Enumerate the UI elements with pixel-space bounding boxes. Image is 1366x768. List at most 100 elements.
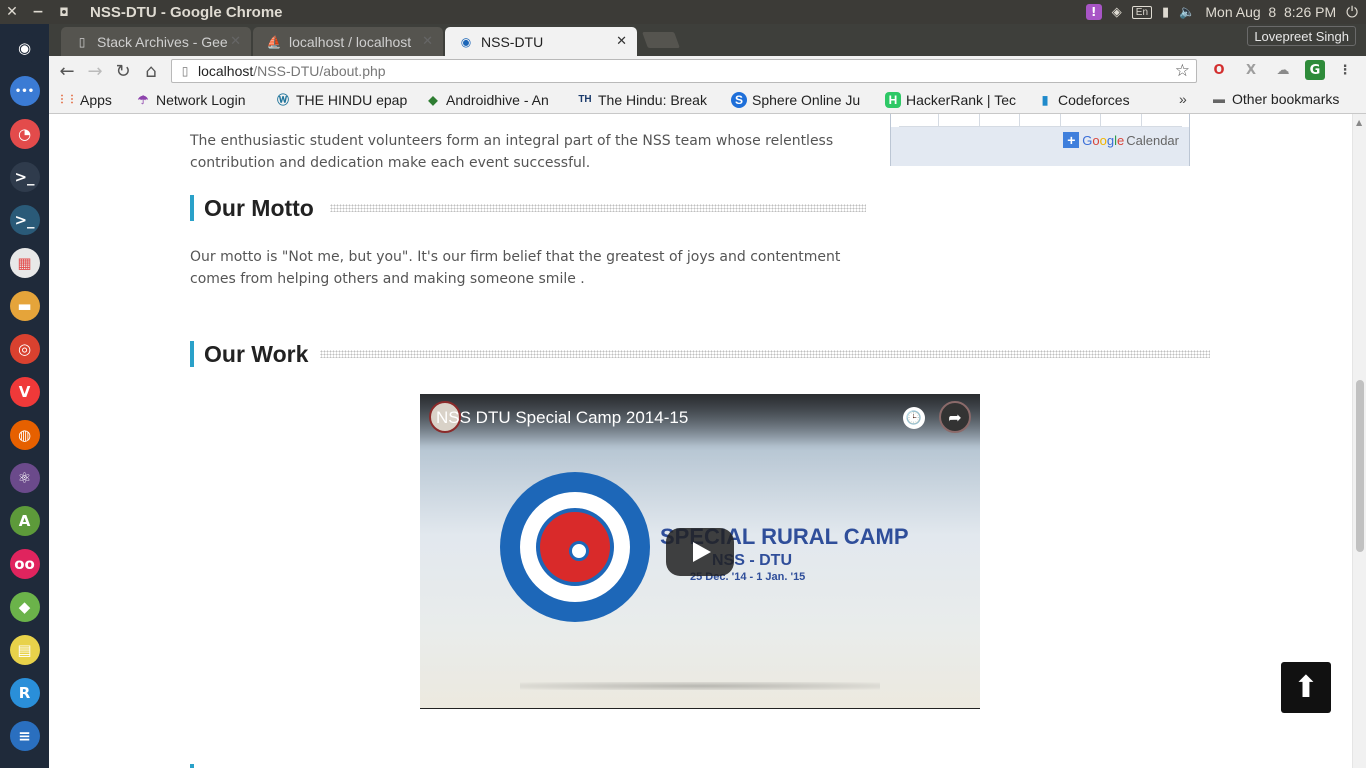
bookmark-label: HackerRank | Tec xyxy=(906,91,1016,108)
bookmark-label: Codeforces xyxy=(1058,91,1130,108)
spoj-icon: S xyxy=(731,91,747,108)
launcher-item[interactable]: A xyxy=(8,503,42,539)
profile-button[interactable]: Lovepreet Singh xyxy=(1247,26,1356,46)
url-path: /NSS-DTU/about.php xyxy=(253,63,386,79)
bookmark-hackerrank[interactable]: H HackerRank | Tec xyxy=(885,91,1023,108)
apps-icon: ⋮⋮ xyxy=(57,94,77,105)
bookmark-label: THE HINDU epap xyxy=(296,91,408,108)
new-tab-button[interactable] xyxy=(642,32,680,48)
forward-button[interactable]: → xyxy=(81,61,109,82)
atom-icon: ⚛ xyxy=(9,463,40,493)
launcher-item[interactable]: ◆ xyxy=(8,589,42,625)
video-floor-shadow xyxy=(520,682,880,690)
nss-logo-icon: ◉ xyxy=(460,34,472,49)
back-button[interactable]: ← xyxy=(53,61,81,82)
terminal-alt-icon: >_ xyxy=(9,205,40,235)
flickr-icon: oo xyxy=(9,549,40,579)
bookmark-network-login[interactable]: ☂ Network Login xyxy=(135,92,261,108)
launcher-item[interactable]: >_ xyxy=(8,202,42,238)
volume-icon[interactable]: 🔈 xyxy=(1179,4,1195,20)
launcher-item[interactable]: ▬ xyxy=(8,288,42,324)
opera-extension-icon[interactable]: O xyxy=(1209,60,1229,80)
terminal-icon: >_ xyxy=(9,162,40,192)
launcher-item[interactable]: >_ xyxy=(8,159,42,195)
back-to-top-button[interactable]: ⬆ xyxy=(1281,662,1331,713)
tab-label: Stack Archives - Geeks xyxy=(97,33,227,50)
g-extension-icon[interactable]: G xyxy=(1305,60,1325,80)
ubuntu-top-panel: ✕ − ◘ NSS-DTU - Google Chrome ! ◈ En ▮ 🔈… xyxy=(0,0,1366,24)
folder-icon: ▬ xyxy=(1213,92,1225,106)
battery-icon[interactable]: ▮ xyxy=(1162,4,1169,20)
launcher-item[interactable]: V xyxy=(8,374,42,410)
window-minimize-button[interactable]: − xyxy=(26,4,50,20)
tab-stack-archives[interactable]: ▯ Stack Archives - Geeks ✕ xyxy=(61,27,251,56)
window-title: NSS-DTU - Google Chrome xyxy=(90,3,283,21)
launcher-item[interactable]: ◍ xyxy=(8,417,42,453)
r-app-icon: R xyxy=(9,678,40,708)
intro-paragraph: The enthusiastic student volunteers form… xyxy=(190,133,834,171)
tab-localhost-phpmyadmin[interactable]: ⛵ localhost / localhost ✕ xyxy=(253,27,443,56)
x-extension-icon[interactable]: X xyxy=(1241,60,1261,80)
launcher-item[interactable]: ◔ xyxy=(8,116,42,152)
bookmark-apps[interactable]: ⋮⋮ Apps xyxy=(57,91,121,108)
launcher-item[interactable]: ⚛ xyxy=(8,460,42,496)
bookmark-the-hindu-breaking[interactable]: TH The Hindu: Break xyxy=(577,92,717,108)
umbrella-icon: ☂ xyxy=(137,92,149,107)
tab-close-icon[interactable]: ✕ xyxy=(230,33,241,49)
chrome-menu-icon[interactable]: ⋮ xyxy=(1335,60,1355,80)
other-bookmarks-folder[interactable]: ▬ Other bookmarks xyxy=(1211,91,1339,107)
bookmark-star-icon[interactable]: ☆ xyxy=(1175,61,1190,81)
launcher-item[interactable]: ≡ xyxy=(8,718,42,754)
share-icon[interactable]: ➦ xyxy=(939,401,971,433)
browser-toolbar: ← → ↻ ⌂ ▯ localhost/NSS-DTU/about.php ☆ … xyxy=(49,56,1366,86)
page-info-icon[interactable]: ▯ xyxy=(172,64,198,78)
bookmark-codeforces[interactable]: ▮ Codeforces xyxy=(1037,92,1145,108)
bookmark-androidhive[interactable]: ◆ Androidhive - An xyxy=(425,92,563,108)
google-logo-letter: o xyxy=(1099,132,1107,148)
youtube-video-embed[interactable]: SPECIAL RURAL CAMP NSS - DTU 25 Dec. '14… xyxy=(420,394,980,709)
launcher-item[interactable]: oo xyxy=(8,546,42,582)
power-icon[interactable]: ⏻ xyxy=(1346,4,1358,21)
video-title[interactable]: NSS DTU Special Camp 2014-15 xyxy=(436,408,688,428)
bookmark-label: Apps xyxy=(80,91,112,108)
hindu-icon: TH xyxy=(578,94,592,105)
scroll-up-arrow-icon[interactable]: ▲ xyxy=(1356,118,1362,127)
tab-close-icon[interactable]: ✕ xyxy=(422,33,433,49)
launcher-item[interactable]: ••• xyxy=(8,73,42,109)
browser-frame: ▯ Stack Archives - Geeks ✕ ⛵ localhost /… xyxy=(49,24,1366,114)
launcher-item[interactable]: ◎ xyxy=(8,331,42,367)
google-calendar-button[interactable]: + Google Calendar xyxy=(1063,132,1179,148)
launcher-item[interactable]: ▤ xyxy=(8,632,42,668)
launcher-item[interactable]: ◉ xyxy=(8,30,42,66)
home-button[interactable]: ⌂ xyxy=(137,61,165,82)
play-button[interactable] xyxy=(666,528,734,576)
google-calendar-widget[interactable]: + Google Calendar xyxy=(890,114,1190,166)
bookmark-the-hindu-epaper[interactable]: Ⓦ THE HINDU epap xyxy=(275,92,411,108)
window-close-button[interactable]: ✕ xyxy=(0,4,24,20)
launcher-item[interactable]: R xyxy=(8,675,42,711)
address-bar[interactable]: ▯ localhost/NSS-DTU/about.php ☆ xyxy=(171,59,1197,83)
window-maximize-button[interactable]: ◘ xyxy=(52,6,76,19)
app-yellow-icon: ▤ xyxy=(9,635,40,665)
vivaldi-icon: V xyxy=(9,377,40,407)
tab-close-icon[interactable]: ✕ xyxy=(616,33,627,49)
ubuntu-launcher: ◉ ••• ◔ >_ >_ ▦ ▬ ◎ V ◍ ⚛ Aoo ◆ ▤ R ≡ xyxy=(0,24,49,768)
hackerrank-icon: H xyxy=(885,91,901,108)
more-bookmarks-chevron-icon[interactable]: » xyxy=(1179,91,1187,107)
launcher-item[interactable]: ▦ xyxy=(8,245,42,281)
bookmark-sphere-online-judge[interactable]: S Sphere Online Ju xyxy=(731,91,871,108)
reload-button[interactable]: ↻ xyxy=(109,61,137,82)
tab-nss-dtu[interactable]: ◉ NSS-DTU ✕ xyxy=(445,27,637,56)
calendar-label: Calendar xyxy=(1126,132,1179,148)
bookmark-label: The Hindu: Break xyxy=(598,91,707,108)
alert-indicator-icon[interactable]: ! xyxy=(1085,4,1102,20)
cloud-extension-icon[interactable]: ☁ xyxy=(1273,60,1293,80)
page-scrollbar[interactable]: ▲ xyxy=(1352,114,1366,768)
keyboard-layout-indicator[interactable]: En xyxy=(1131,5,1153,19)
clock-text[interactable]: Mon Aug 8 8:26 PM xyxy=(1205,4,1336,20)
calendar-grid xyxy=(899,114,1182,127)
watch-later-icon[interactable]: 🕒 xyxy=(903,407,925,429)
wifi-icon[interactable]: ◈ xyxy=(1112,4,1122,20)
software-center-icon: ▦ xyxy=(9,248,40,278)
scrollbar-thumb[interactable] xyxy=(1356,380,1364,552)
